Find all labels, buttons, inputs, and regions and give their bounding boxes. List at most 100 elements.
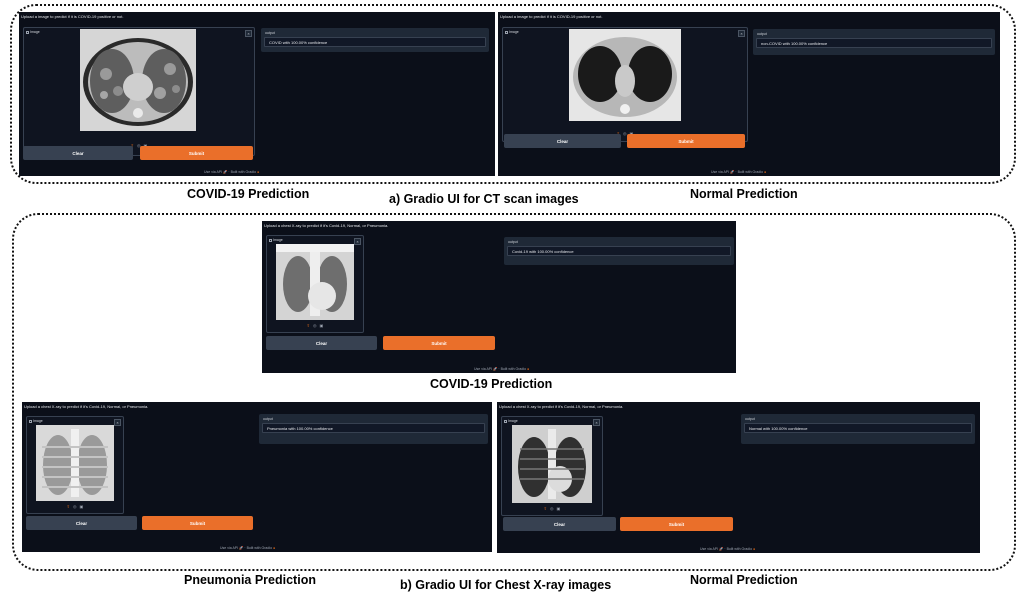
submit-button[interactable]: Submit bbox=[140, 146, 253, 160]
image-label: Image bbox=[29, 419, 43, 423]
output-label: output bbox=[265, 31, 275, 35]
rocket-icon: 🚀 bbox=[239, 546, 244, 550]
webcam-icon[interactable]: ◎ bbox=[73, 504, 77, 509]
xray-covid-panel: Upload a chest X-ray to predict if it's … bbox=[262, 221, 736, 373]
app-description: Upload a image to predict if it is COVID… bbox=[21, 14, 124, 19]
output-box: output non-COVID with 100.00% confidence bbox=[753, 29, 995, 55]
image-input[interactable]: Image × ⇪ ◎ ▣ bbox=[502, 27, 748, 142]
output-value: non-COVID with 100.00% confidence bbox=[756, 38, 992, 48]
upload-icon[interactable]: ⇪ bbox=[307, 323, 310, 328]
output-value: Normal with 100.00% confidence bbox=[744, 423, 972, 433]
rocket-icon: 🚀 bbox=[730, 170, 735, 174]
ct-normal-panel: Upload a image to predict if it is COVID… bbox=[498, 12, 1000, 176]
image-label: Image bbox=[504, 419, 518, 423]
xray-image bbox=[36, 425, 114, 501]
built-with-gradio-link[interactable]: Built with Gradio bbox=[738, 170, 763, 174]
image-input[interactable]: Image × ⇪ ◎ ▣ bbox=[26, 416, 124, 514]
rocket-icon: 🚀 bbox=[719, 547, 724, 551]
image-tools: ⇪ ◎ ▣ bbox=[267, 323, 363, 328]
close-icon[interactable]: × bbox=[738, 30, 745, 37]
footer: Use via API 🚀 · Built with Gradio ● bbox=[220, 546, 276, 550]
xray-pneumonia-panel: Upload a chest X-ray to predict if it's … bbox=[22, 402, 492, 552]
image-input[interactable]: Image × ⇪ ◎ ▣ bbox=[266, 235, 364, 333]
gradio-logo-icon: ● bbox=[257, 170, 260, 174]
output-label: output bbox=[508, 240, 518, 244]
clear-button[interactable]: Clear bbox=[26, 516, 137, 530]
output-box: output Covid-19 with 100.00% confidence bbox=[504, 237, 734, 265]
image-tag-icon bbox=[269, 238, 272, 242]
webcam-icon[interactable]: ◎ bbox=[623, 131, 627, 136]
api-link[interactable]: Use via API bbox=[204, 170, 222, 174]
image-tag-icon bbox=[504, 419, 507, 423]
output-box: output Normal with 100.00% confidence bbox=[741, 414, 975, 444]
app-description: Upload a image to predict if it is COVID… bbox=[500, 14, 603, 19]
api-link[interactable]: Use via API bbox=[711, 170, 729, 174]
app-description: Upload a chest X-ray to predict if it's … bbox=[499, 404, 624, 409]
close-icon[interactable]: × bbox=[245, 30, 252, 37]
image-input[interactable]: Image × ⇪ ◎ ▣ bbox=[23, 27, 255, 156]
image-label: Image bbox=[269, 238, 283, 242]
app-description: Upload a chest X-ray to predict if it's … bbox=[264, 223, 389, 228]
caption-xray-normal: Normal Prediction bbox=[690, 573, 798, 587]
output-value: Covid-19 with 100.00% confidence bbox=[507, 246, 731, 256]
footer: Use via API 🚀 · Built with Gradio ● bbox=[711, 170, 767, 174]
output-box: output COVID with 100.00% confidence bbox=[261, 28, 489, 52]
caption-ct-section: a) Gradio UI for CT scan images bbox=[389, 192, 579, 206]
submit-button[interactable]: Submit bbox=[383, 336, 495, 350]
image-tools: ⇪ ◎ ▣ bbox=[27, 504, 123, 509]
footer: Use via API 🚀 · Built with Gradio ● bbox=[474, 367, 530, 371]
output-value: COVID with 100.00% confidence bbox=[264, 37, 486, 47]
output-label: output bbox=[745, 417, 755, 421]
image-tag-icon bbox=[505, 30, 508, 34]
built-with-gradio-link[interactable]: Built with Gradio bbox=[501, 367, 526, 371]
built-with-gradio-link[interactable]: Built with Gradio bbox=[727, 547, 752, 551]
api-link[interactable]: Use via API bbox=[220, 546, 238, 550]
xray-normal-panel: Upload a chest X-ray to predict if it's … bbox=[497, 402, 980, 553]
output-value: Pneumonia with 100.00% confidence bbox=[262, 423, 485, 433]
ct-covid-panel: Upload a image to predict if it is COVID… bbox=[19, 12, 495, 176]
ct-scan-image bbox=[80, 29, 196, 131]
caption-xray-covid: COVID-19 Prediction bbox=[430, 377, 553, 391]
built-with-gradio-link[interactable]: Built with Gradio bbox=[231, 170, 256, 174]
image-label: Image bbox=[505, 30, 519, 34]
caption-xray-section: b) Gradio UI for Chest X-ray images bbox=[400, 578, 612, 592]
caption-ct-covid: COVID-19 Prediction bbox=[187, 187, 310, 201]
close-icon[interactable]: × bbox=[593, 419, 600, 426]
image-tag-icon bbox=[29, 419, 32, 423]
caption-xray-pneumonia: Pneumonia Prediction bbox=[184, 573, 316, 587]
caption-ct-normal: Normal Prediction bbox=[690, 187, 798, 201]
clipboard-icon[interactable]: ▣ bbox=[557, 506, 561, 511]
clear-button[interactable]: Clear bbox=[266, 336, 377, 350]
api-link[interactable]: Use via API bbox=[700, 547, 718, 551]
upload-icon[interactable]: ⇪ bbox=[67, 504, 70, 509]
image-input[interactable]: Image × ⇪ ◎ ▣ bbox=[501, 416, 603, 516]
clear-button[interactable]: Clear bbox=[504, 134, 621, 148]
close-icon[interactable]: × bbox=[114, 419, 121, 426]
submit-button[interactable]: Submit bbox=[627, 134, 745, 148]
footer: Use via API 🚀 · Built with Gradio ● bbox=[204, 170, 260, 174]
output-label: output bbox=[263, 417, 273, 421]
close-icon[interactable]: × bbox=[354, 238, 361, 245]
clear-button[interactable]: Clear bbox=[23, 146, 133, 160]
output-box: output Pneumonia with 100.00% confidence bbox=[259, 414, 488, 444]
upload-icon[interactable]: ⇪ bbox=[544, 506, 547, 511]
app-description: Upload a chest X-ray to predict if it's … bbox=[24, 404, 149, 409]
webcam-icon[interactable]: ◎ bbox=[550, 506, 554, 511]
clipboard-icon[interactable]: ▣ bbox=[80, 504, 84, 509]
rocket-icon: 🚀 bbox=[223, 170, 228, 174]
submit-button[interactable]: Submit bbox=[620, 517, 733, 531]
webcam-icon[interactable]: ◎ bbox=[313, 323, 317, 328]
api-link[interactable]: Use via API bbox=[474, 367, 492, 371]
gradio-logo-icon: ● bbox=[273, 546, 276, 550]
gradio-logo-icon: ● bbox=[753, 547, 756, 551]
image-tag-icon bbox=[26, 30, 29, 34]
rocket-icon: 🚀 bbox=[493, 367, 498, 371]
submit-button[interactable]: Submit bbox=[142, 516, 253, 530]
xray-image bbox=[276, 244, 354, 320]
ct-scan-image bbox=[569, 29, 681, 121]
footer: Use via API 🚀 · Built with Gradio ● bbox=[700, 547, 756, 551]
clipboard-icon[interactable]: ▣ bbox=[320, 323, 324, 328]
built-with-gradio-link[interactable]: Built with Gradio bbox=[247, 546, 272, 550]
clear-button[interactable]: Clear bbox=[503, 517, 616, 531]
gradio-logo-icon: ● bbox=[764, 170, 767, 174]
